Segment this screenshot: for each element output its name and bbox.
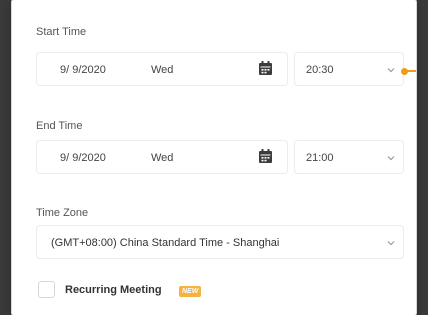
- recurring-meeting-checkbox[interactable]: [38, 281, 55, 298]
- chevron-down-icon: [387, 156, 395, 161]
- start-date-picker[interactable]: 9/ 9/2020 Wed: [36, 52, 288, 86]
- recurring-meeting-label[interactable]: Recurring Meeting: [65, 284, 162, 296]
- time-zone-select[interactable]: (GMT+08:00) China Standard Time - Shangh…: [36, 225, 404, 259]
- callout-line: [407, 70, 416, 72]
- time-zone-value: (GMT+08:00) China Standard Time - Shangh…: [51, 237, 280, 249]
- end-time-select[interactable]: 21:00: [294, 140, 404, 174]
- start-time-value: 20:30: [306, 64, 334, 76]
- chevron-down-icon: [387, 241, 395, 246]
- calendar-icon[interactable]: [259, 149, 272, 163]
- end-date-value: 9/ 9/2020: [60, 152, 106, 164]
- chevron-down-icon: [387, 68, 395, 73]
- end-time-value: 21:00: [306, 152, 334, 164]
- new-badge: NEW: [179, 286, 202, 297]
- time-zone-label: Time Zone: [36, 207, 89, 219]
- meeting-schedule-panel: Start Time 9/ 9/2020 Wed 20:30 End Time …: [12, 0, 416, 315]
- start-time-label: Start Time: [36, 26, 87, 38]
- start-date-value: 9/ 9/2020: [60, 64, 106, 76]
- end-day-value: Wed: [151, 152, 174, 164]
- end-time-label: End Time: [36, 120, 83, 132]
- start-day-value: Wed: [151, 64, 174, 76]
- start-time-select[interactable]: 20:30: [294, 52, 404, 86]
- end-date-picker[interactable]: 9/ 9/2020 Wed: [36, 140, 288, 174]
- calendar-icon[interactable]: [259, 61, 272, 75]
